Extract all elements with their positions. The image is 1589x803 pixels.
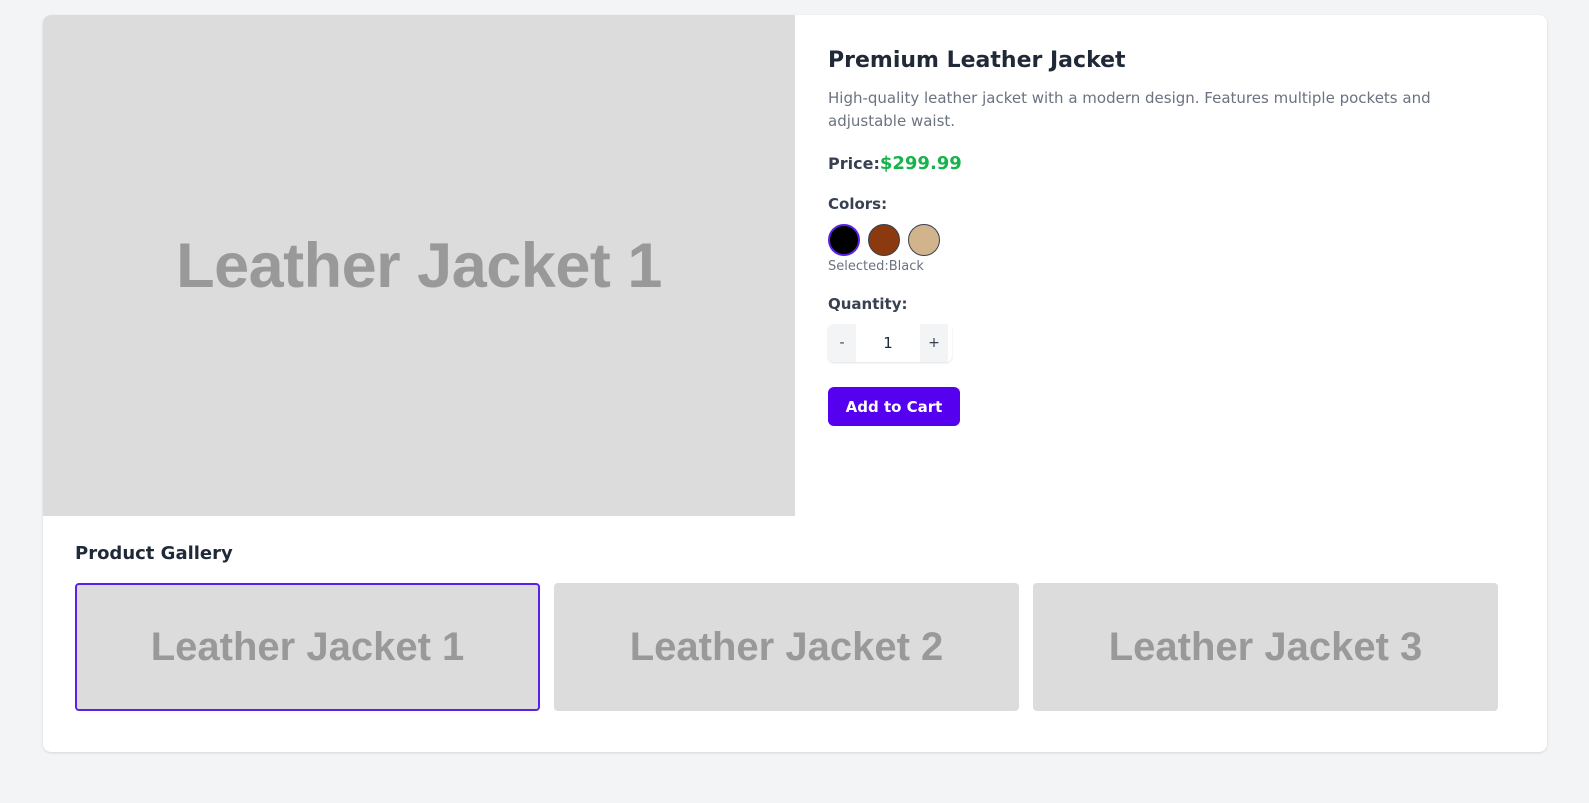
quantity-stepper: - + <box>828 324 952 362</box>
product-gallery: Leather Jacket 1 Leather Jacket 2 Leathe… <box>75 583 1498 711</box>
selected-color-prefix: Selected: <box>828 259 889 274</box>
product-details: Premium Leather Jacket High-quality leat… <box>828 47 1508 426</box>
gallery-thumbnail-3[interactable]: Leather Jacket 3 <box>1033 583 1498 711</box>
selected-color-value: Black <box>888 259 924 274</box>
gallery-thumbnail-1[interactable]: Leather Jacket 1 <box>75 583 540 711</box>
price-label: Price: <box>828 154 880 173</box>
product-description: High-quality leather jacket with a moder… <box>828 89 1431 130</box>
color-swatches <box>828 224 1508 256</box>
color-swatch-black[interactable] <box>828 224 860 256</box>
main-image-label: Leather Jacket 1 <box>176 230 662 301</box>
quantity-input[interactable] <box>856 324 920 362</box>
thumbnail-label: Leather Jacket 3 <box>1108 624 1423 669</box>
add-to-cart-button[interactable]: Add to Cart <box>828 387 960 426</box>
product-title: Premium Leather Jacket <box>828 48 1126 73</box>
selected-color-text: Selected:Black <box>828 259 1508 274</box>
quantity-label: Quantity: <box>828 295 908 313</box>
decrement-button[interactable]: - <box>828 324 856 362</box>
price-value: $299.99 <box>879 153 962 174</box>
thumbnail-label: Leather Jacket 2 <box>629 624 944 669</box>
price-row: Price: $299.99 <box>828 153 1508 174</box>
colors-label: Colors: <box>828 195 888 213</box>
product-card: Leather Jacket 1 Premium Leather Jacket … <box>43 15 1547 752</box>
gallery-title: Product Gallery <box>75 543 233 564</box>
color-swatch-brown[interactable] <box>868 224 900 256</box>
color-swatch-tan[interactable] <box>908 224 940 256</box>
gallery-thumbnail-2[interactable]: Leather Jacket 2 <box>554 583 1019 711</box>
thumbnail-label: Leather Jacket 1 <box>150 624 465 669</box>
main-product-image: Leather Jacket 1 <box>43 15 795 516</box>
increment-button[interactable]: + <box>920 324 948 362</box>
